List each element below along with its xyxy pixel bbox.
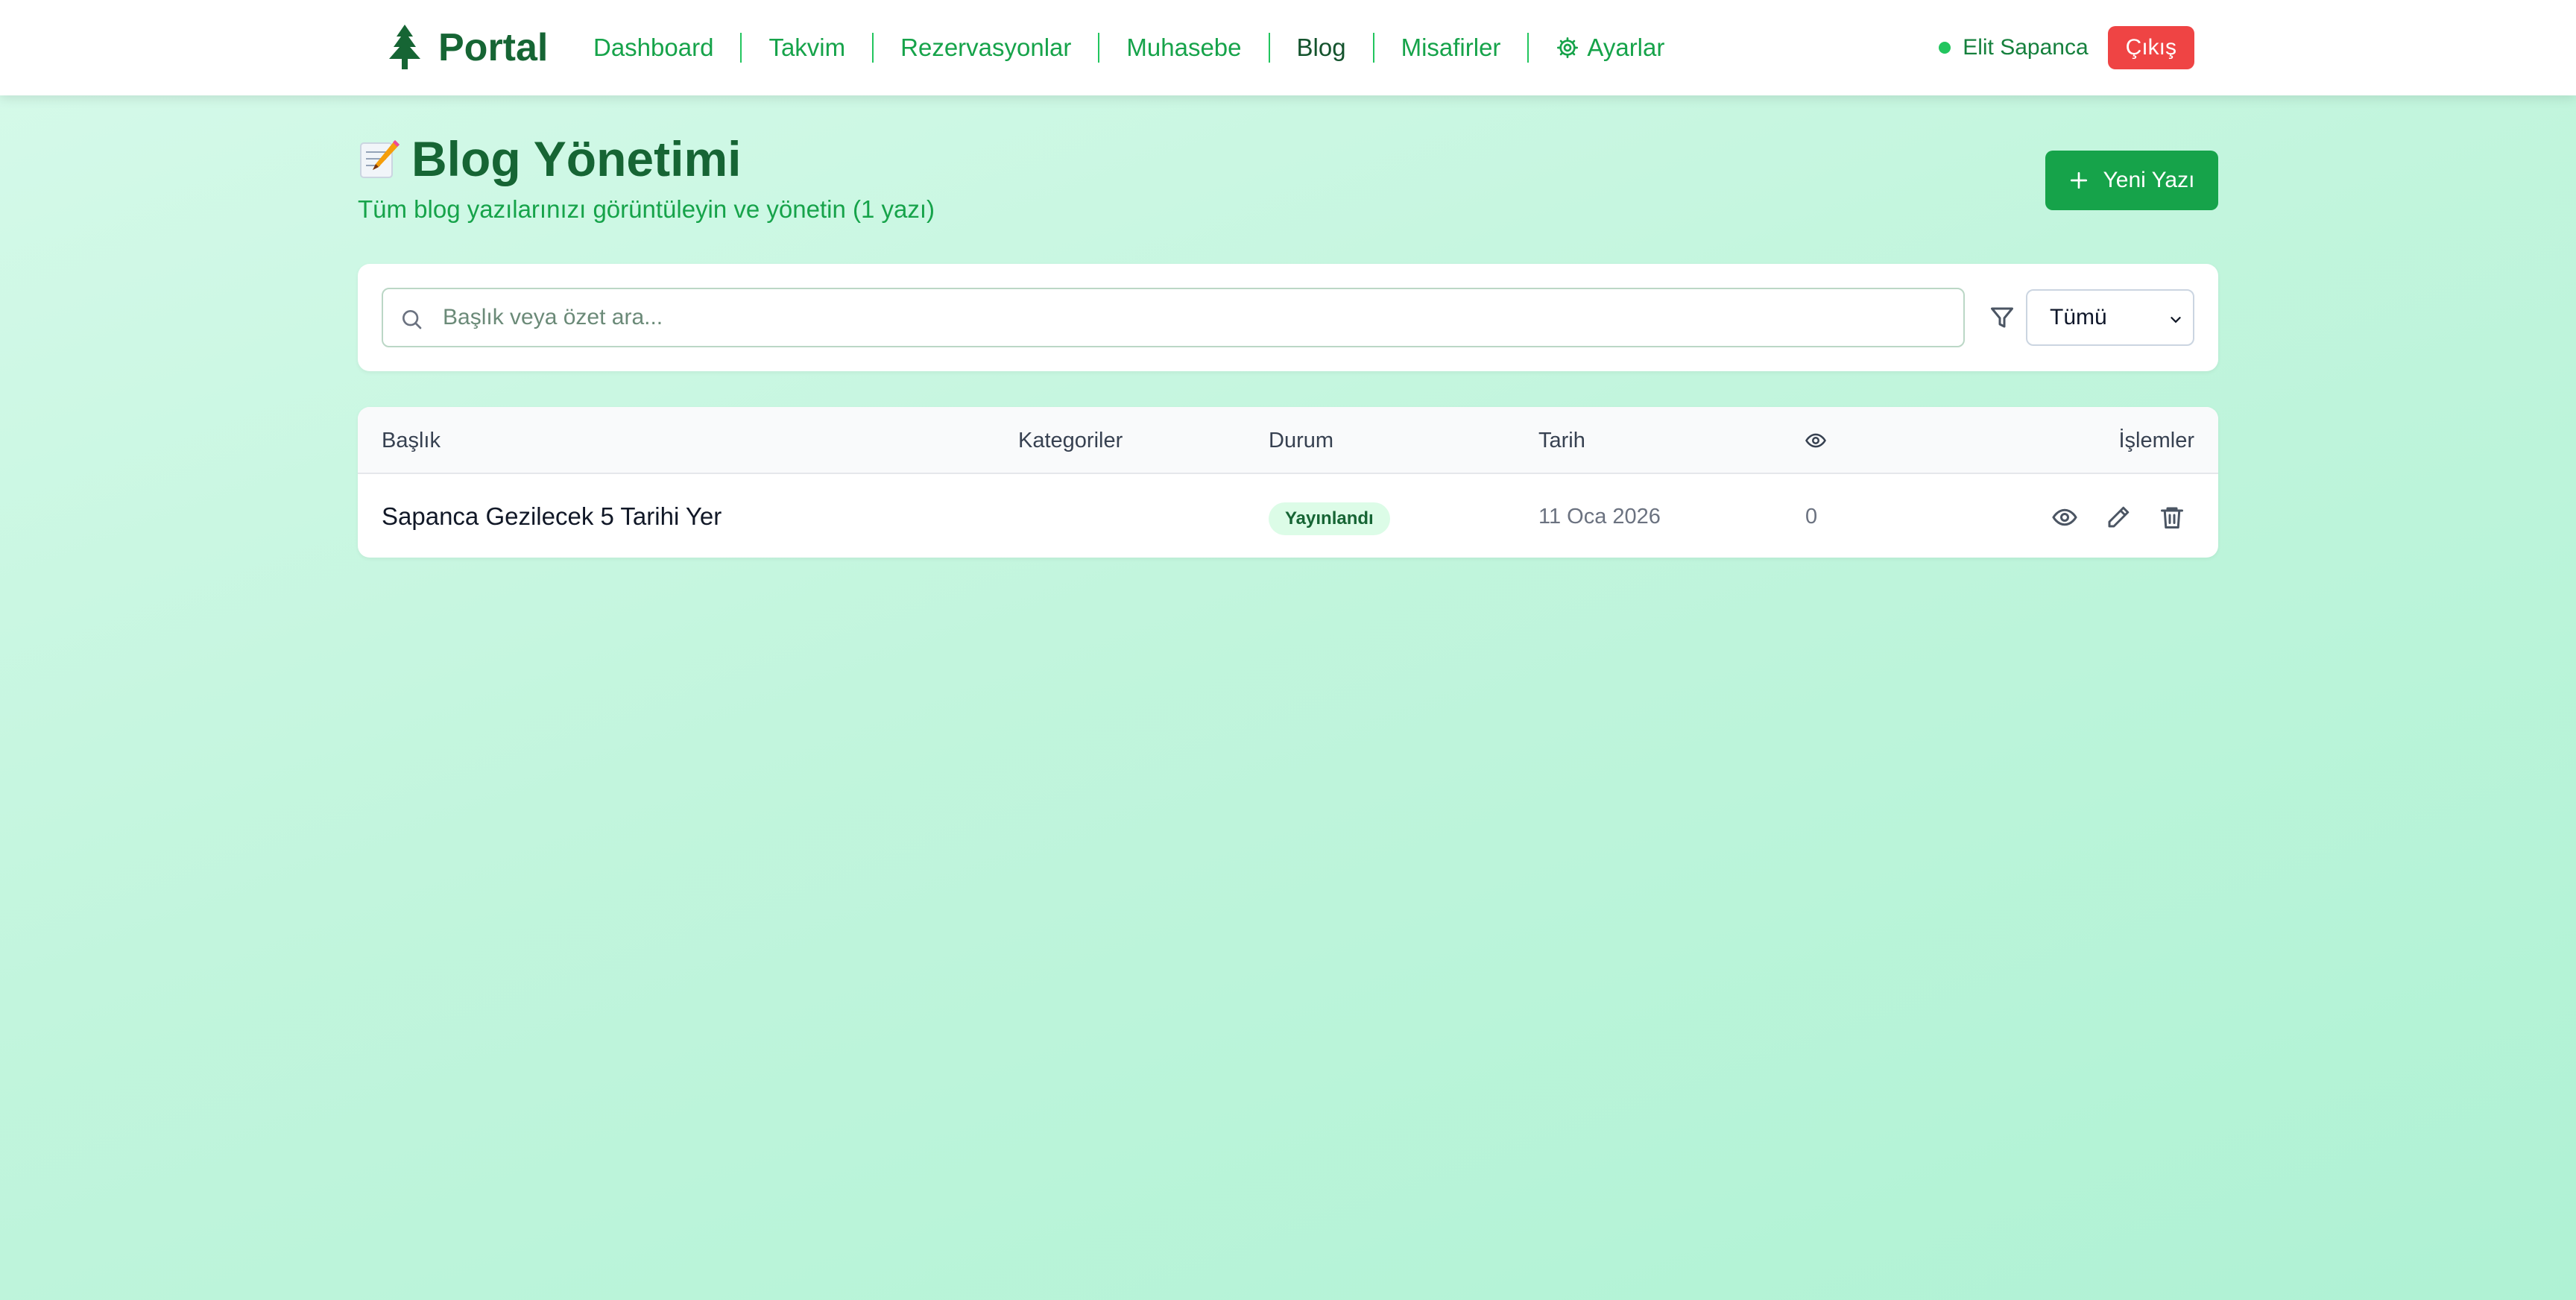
- nav-divider: [1268, 33, 1270, 63]
- column-header-status: Durum: [1269, 429, 1334, 452]
- eye-icon: [1805, 433, 1826, 448]
- search-input[interactable]: [443, 289, 1948, 346]
- table-row[interactable]: Sapanca Gezilecek 5 Tarihi Yer Yayınland…: [358, 476, 2218, 558]
- view-icon[interactable]: [2051, 504, 2078, 531]
- nav-item-dashboard[interactable]: Dashboard: [593, 34, 713, 62]
- chevron-down-icon: [2171, 317, 2181, 324]
- memo-icon: [360, 140, 400, 178]
- user-name: Elit Sapanca: [1963, 35, 2089, 60]
- search-icon: [402, 310, 422, 329]
- nav-item-blog[interactable]: Blog: [1297, 34, 1346, 62]
- nav-divider: [1098, 33, 1100, 63]
- nav-divider: [872, 33, 874, 63]
- status-badge: Yayınlandı: [1269, 502, 1390, 535]
- new-post-label: Yeni Yazı: [2103, 168, 2195, 192]
- status-filter-value: Tümü: [2050, 305, 2107, 329]
- status-filter-select[interactable]: Tümü: [2026, 289, 2194, 346]
- user-area: Elit Sapanca Çıkış: [1939, 25, 2194, 70]
- nav-item-muhasebe[interactable]: Muhasebe: [1126, 34, 1241, 62]
- edit-icon[interactable]: [2105, 504, 2132, 531]
- plus-icon: [2070, 171, 2087, 189]
- gear-icon: [1557, 37, 1579, 58]
- nav-item-rezervasyonlar[interactable]: Rezervasyonlar: [900, 34, 1071, 62]
- nav-item-takvim[interactable]: Takvim: [768, 34, 845, 62]
- blog-posts-table: Başlık Kategoriler Durum Tarih İşlemler …: [358, 407, 2218, 558]
- nav-divider: [740, 33, 742, 63]
- filter-card: Tümü: [358, 264, 2218, 371]
- nav-item-ayarlar[interactable]: Ayarlar: [1556, 34, 1664, 62]
- new-post-button[interactable]: Yeni Yazı: [2045, 151, 2218, 210]
- tree-icon: [389, 25, 420, 69]
- post-date: 11 Oca 2026: [1538, 505, 1661, 528]
- logout-button[interactable]: Çıkış: [2107, 26, 2194, 69]
- column-header-date[interactable]: Tarih: [1538, 407, 1585, 474]
- nav-divider: [1527, 33, 1530, 63]
- brand-name: Portal: [438, 26, 549, 69]
- online-status-dot: [1939, 42, 1951, 54]
- column-header-categories: Kategoriler: [1018, 429, 1123, 452]
- page-subtitle: Tüm blog yazılarınızı görüntüleyin ve yö…: [358, 195, 935, 223]
- brand-logo[interactable]: Portal: [388, 22, 548, 73]
- post-views: 0: [1805, 505, 1818, 528]
- main-nav: Dashboard Takvim Rezervasyonlar Muhasebe…: [593, 22, 1664, 73]
- nav-item-ayarlar-label: Ayarlar: [1587, 34, 1665, 61]
- table-header: Başlık Kategoriler Durum Tarih İşlemler: [358, 407, 2218, 474]
- nav-divider: [1372, 33, 1374, 63]
- search-box: [382, 288, 1965, 347]
- trash-icon[interactable]: [2159, 504, 2185, 531]
- filter-icon: [1991, 307, 2013, 328]
- nav-item-misafirler[interactable]: Misafirler: [1401, 34, 1501, 62]
- page-title: Blog Yönetimi: [358, 128, 741, 189]
- column-header-actions: İşlemler: [2118, 429, 2194, 452]
- post-title[interactable]: Sapanca Gezilecek 5 Tarihi Yer: [382, 476, 722, 558]
- column-header-title[interactable]: Başlık: [382, 407, 441, 474]
- page-heading: Blog Yönetimi: [411, 131, 742, 186]
- top-navigation-bar: Portal Dashboard Takvim Rezervasyonlar M…: [0, 0, 2576, 95]
